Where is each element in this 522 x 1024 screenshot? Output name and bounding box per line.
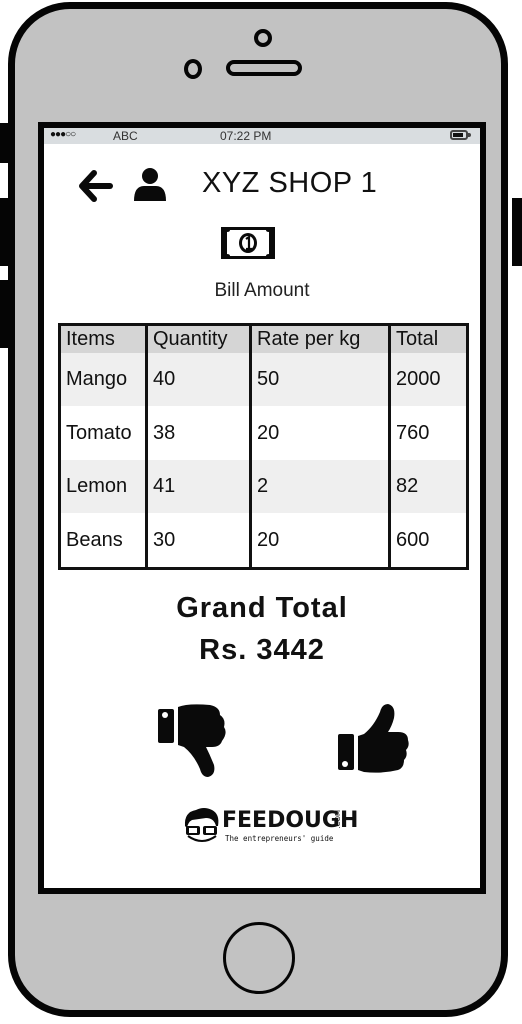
earpiece-speaker xyxy=(226,60,302,76)
cell-rate: 50 xyxy=(249,353,391,407)
shop-title: XYZ SHOP 1 xyxy=(202,167,378,199)
screen: ●●●○○ ABC 07:22 PM XYZ SHOP 1 Bill Amoun… xyxy=(38,122,486,894)
cell-item: Beans xyxy=(58,513,148,569)
cell-quantity: 40 xyxy=(145,353,252,407)
table-header-row: Items Quantity Rate per kg Total xyxy=(58,324,469,353)
grand-total-value: Rs. 3442 xyxy=(199,634,325,666)
brand-suffix: .COM xyxy=(334,810,342,829)
proximity-sensor xyxy=(184,59,202,79)
cell-quantity: 41 xyxy=(145,459,252,514)
thumbs-down-icon xyxy=(158,704,226,777)
table-row: Tomato 38 20 760 xyxy=(58,406,469,460)
cell-total: 82 xyxy=(388,459,469,514)
cell-quantity: 30 xyxy=(145,513,252,569)
status-time: 07:22 PM xyxy=(220,129,272,143)
reject-button[interactable] xyxy=(154,701,234,785)
table-row: Lemon 41 2 82 xyxy=(58,459,469,514)
column-header-total: Total xyxy=(388,324,469,353)
home-button[interactable] xyxy=(223,922,295,994)
feedough-logo: FEEDOUGH .COM The entrepreneurs' guide xyxy=(182,806,358,846)
carrier-name: ABC xyxy=(113,129,138,143)
approve-button[interactable] xyxy=(334,698,414,782)
logo-face-icon xyxy=(184,808,219,842)
cell-total: 760 xyxy=(388,406,469,460)
thumbs-up-icon xyxy=(338,704,409,773)
cell-item: Tomato xyxy=(58,406,148,460)
cell-total: 2000 xyxy=(388,353,469,407)
arrow-left-icon xyxy=(79,170,113,202)
front-camera xyxy=(254,29,272,47)
cell-rate: 20 xyxy=(249,406,391,460)
brand-tagline: The entrepreneurs' guide xyxy=(225,834,334,843)
user-icon xyxy=(134,168,166,201)
cell-rate: 2 xyxy=(249,459,391,514)
bill-amount-label: Bill Amount xyxy=(214,280,310,301)
column-header-items: Items xyxy=(58,324,148,353)
battery-icon xyxy=(450,130,471,140)
bill-table: Items Quantity Rate per kg Total Mango 4… xyxy=(58,323,469,570)
profile-button[interactable] xyxy=(132,166,168,202)
table-row: Beans 30 20 600 xyxy=(58,513,469,569)
column-header-quantity: Quantity xyxy=(145,324,252,353)
money-bill-icon xyxy=(220,226,276,260)
cell-item: Lemon xyxy=(58,459,148,514)
back-button[interactable] xyxy=(78,168,114,204)
power-button xyxy=(512,198,522,266)
column-header-rate: Rate per kg xyxy=(249,324,391,353)
cell-total: 600 xyxy=(388,513,469,569)
cell-item: Mango xyxy=(58,353,148,407)
table-row: Mango 40 50 2000 xyxy=(58,353,469,407)
cell-rate: 20 xyxy=(249,513,391,569)
grand-total-label: Grand Total xyxy=(176,592,348,624)
cell-quantity: 38 xyxy=(145,406,252,460)
status-bar: ●●●○○ ABC 07:22 PM xyxy=(44,128,480,144)
signal-strength: ●●●○○ xyxy=(50,129,76,140)
